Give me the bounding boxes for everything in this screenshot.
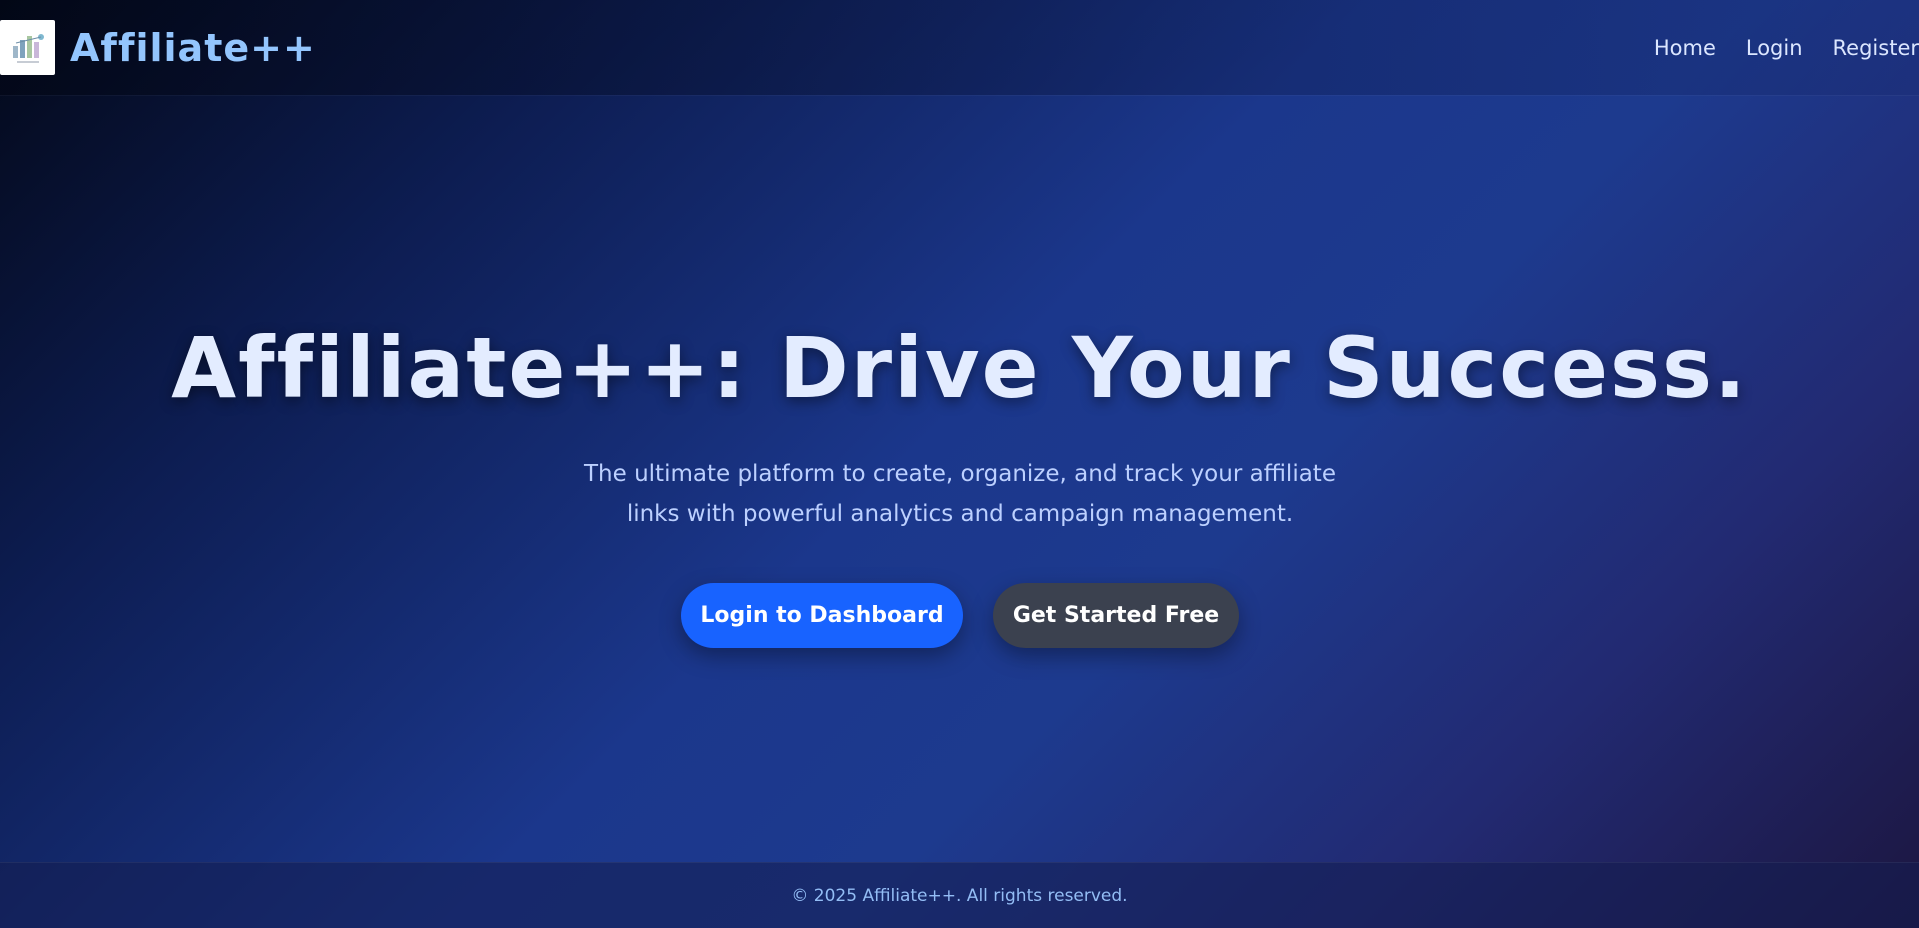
get-started-button[interactable]: Get Started Free	[993, 583, 1239, 648]
footer: © 2025 Affiliate++. All rights reserved.	[0, 862, 1919, 928]
top-nav-bar: Affiliate++ Home Login Register	[0, 0, 1919, 95]
nav-home-link[interactable]: Home	[1654, 36, 1716, 60]
footer-copyright: © 2025 Affiliate++. All rights reserved.	[791, 885, 1128, 906]
brand-name[interactable]: Affiliate++	[70, 26, 316, 70]
nav-login-link[interactable]: Login	[1746, 36, 1803, 60]
hero-title: Affiliate++: Drive Your Success.	[171, 319, 1748, 417]
hero-subtitle: The ultimate platform to create, organiz…	[584, 461, 1336, 527]
logo-icon[interactable]	[0, 20, 55, 75]
login-dashboard-button[interactable]: Login to Dashboard	[681, 583, 963, 648]
nav-register-link[interactable]: Register	[1833, 36, 1919, 60]
main-nav: Home Login Register	[1654, 32, 1919, 64]
